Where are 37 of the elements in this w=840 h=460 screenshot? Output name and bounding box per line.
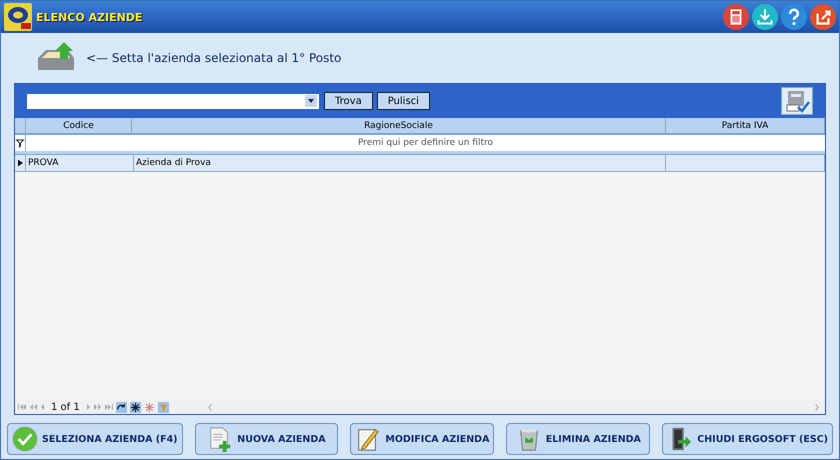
next-block-icon[interactable] [94,404,102,410]
last-page-icon[interactable] [104,404,113,410]
download-icon[interactable] [752,4,778,30]
column-header[interactable]: RagioneSociale [132,118,666,133]
table-row[interactable]: PROVA Azienda di Prova [15,155,825,172]
page-position: 1 of 1 [50,402,81,412]
next-page-icon[interactable] [86,404,91,410]
scroll-right-icon[interactable] [815,404,819,410]
printer-check-icon[interactable] [781,87,813,115]
action-button[interactable]: ELIMINA AZIENDA [506,423,650,455]
dropdown-icon[interactable] [305,95,317,107]
calculator-icon[interactable] [723,4,749,30]
previous-block-icon[interactable] [29,404,37,410]
column-header[interactable]: Partita IVA [666,118,825,133]
current-row-icon [18,159,22,167]
action-button[interactable]: SELEZIONA AZIENDA (F4) [7,423,183,455]
search-combo[interactable] [27,94,319,108]
toolbar-button[interactable]: Trova [324,92,373,110]
check-icon [12,426,38,452]
help-icon[interactable] [781,4,807,30]
column-header[interactable]: Codice [26,118,132,133]
action-button[interactable]: MODIFICA AZIENDA [350,423,494,455]
action-button[interactable]: CHIUDI ERGOSOFT (ESC) [662,423,834,455]
scroll-left-icon[interactable] [208,404,212,410]
star-icon[interactable] [144,402,155,412]
window-title: ELENCO AZIENDE [36,10,142,24]
previous-page-icon[interactable] [40,404,44,410]
refresh-icon[interactable] [116,402,127,412]
hint-text: <— Setta l'azienda selezionata al 1° Posto [86,51,342,65]
first-page-icon[interactable] [18,404,26,410]
table-cell: Azienda di Prova [134,155,666,171]
exit-icon[interactable] [810,4,836,30]
star-icon[interactable] [130,402,141,412]
table-cell: PROVA [26,155,134,171]
action-button[interactable]: NUOVA AZIENDA [194,423,338,455]
toolbar-button[interactable]: Pulisci [376,92,430,110]
app-logo-icon [4,3,32,31]
